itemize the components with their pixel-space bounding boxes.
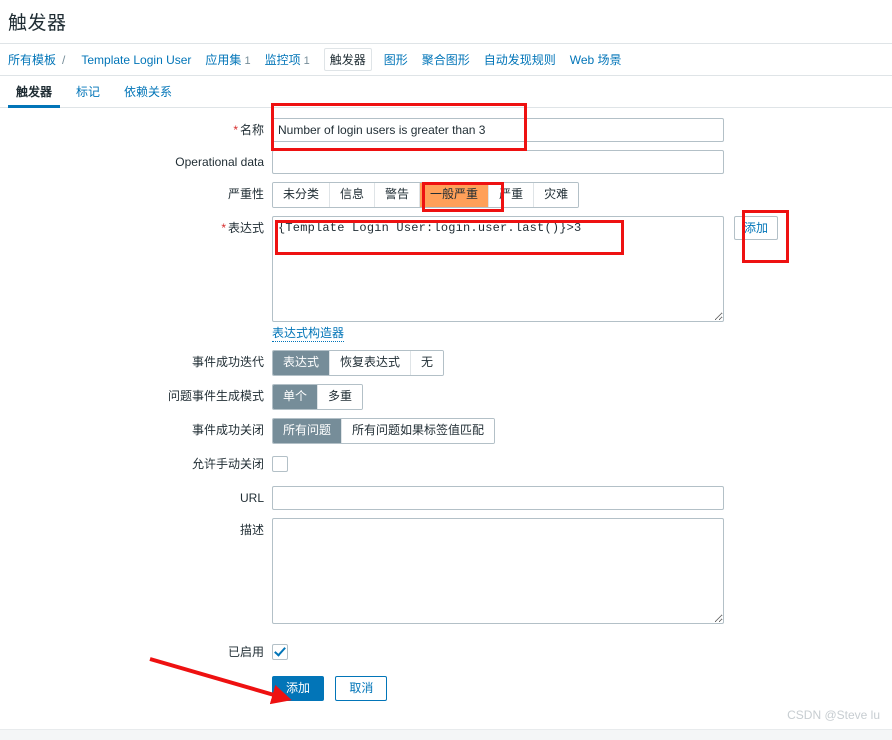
form-row-ok-event-closes: 事件成功关闭 所有问题 所有问题如果标签值匹配 [0, 418, 892, 444]
ok-event-generation-option-none[interactable]: 无 [411, 351, 444, 375]
ok-event-closes-segmented-control: 所有问题 所有问题如果标签值匹配 [272, 418, 496, 444]
expression-add-button[interactable]: 添加 [734, 216, 779, 240]
severity-option-high[interactable]: 严重 [489, 183, 535, 207]
label-ok-event-generation: 事件成功迭代 [191, 355, 264, 369]
tab-trigger[interactable]: 触发器 [8, 83, 61, 108]
label-severity: 严重性 [227, 187, 264, 201]
ok-event-closes-option-all-problems[interactable]: 所有问题 [273, 419, 343, 443]
severity-option-warning[interactable]: 警告 [375, 183, 421, 207]
label-ok-event-closes: 事件成功关闭 [191, 423, 264, 437]
operational-data-input[interactable] [272, 150, 724, 174]
label-expression: * 表达式 [0, 216, 272, 240]
url-input[interactable] [272, 486, 724, 510]
ok-event-closes-option-tag-match[interactable]: 所有问题如果标签值匹配 [342, 419, 495, 443]
label-description: 描述 [239, 523, 264, 537]
tab-bar: 触发器 标记 依赖关系 [0, 76, 892, 108]
expression-control-group: {Template Login User:login.user.last()}>… [272, 216, 892, 322]
problem-event-generation-mode-segmented-control: 单个 多重 [272, 384, 364, 410]
label-operational-data: Operational data [175, 155, 264, 169]
trigger-form: *名称 Operational data 严重性 未分类 信息 警告 一般严重 … [0, 108, 892, 701]
form-row-severity: 严重性 未分类 信息 警告 一般严重 严重 灾难 [0, 182, 892, 208]
cancel-button[interactable]: 取消 [335, 676, 388, 701]
nav-item-triggers-label: 触发器 [329, 53, 366, 67]
breadcrumb-template-name[interactable]: Template Login User [81, 53, 191, 67]
name-input[interactable] [272, 118, 724, 142]
label-name: * 名称 [0, 118, 272, 142]
nav-item-discovery-rules[interactable]: 自动发现规则 [484, 51, 556, 68]
form-row-name: * 名称 [0, 118, 892, 142]
breadcrumb-all-templates[interactable]: 所有模板 [8, 51, 56, 68]
form-row-actions: 添加 取消 [0, 676, 892, 701]
required-marker-name: * [233, 123, 238, 137]
watermark-text: CSDN @Steve lu [787, 708, 880, 722]
nav-item-items[interactable]: 监控项 1 [265, 51, 310, 68]
tab-dependencies[interactable]: 依赖关系 [116, 83, 180, 107]
expression-textarea[interactable]: {Template Login User:login.user.last()}>… [272, 216, 724, 322]
form-row-expression: * 表达式 {Template Login User:login.user.las… [0, 216, 892, 342]
severity-option-average[interactable]: 一般严重 [420, 183, 490, 207]
nav-item-graphs[interactable]: 图形 [384, 51, 408, 68]
tab-tags[interactable]: 标记 [68, 83, 108, 107]
nav-item-screens-label: 聚合图形 [421, 53, 470, 67]
form-row-ok-event-generation: 事件成功迭代 表达式 恢复表达式 无 [0, 350, 892, 376]
ok-event-generation-option-recovery-expression[interactable]: 恢复表达式 [330, 351, 412, 375]
bottom-bar [0, 729, 892, 740]
nav-item-screens[interactable]: 聚合图形 [422, 51, 470, 68]
form-row-problem-event-generation-mode: 问题事件生成模式 单个 多重 [0, 384, 892, 410]
nav-item-items-count: 1 [303, 55, 310, 67]
nav-item-applications[interactable]: 应用集 1 [205, 51, 250, 68]
nav-item-applications-label: 应用集 [205, 53, 242, 67]
form-row-operational-data: Operational data [0, 150, 892, 174]
nav-item-web-scenarios-label: Web 场景 [569, 53, 622, 67]
form-row-allow-manual-close: 允许手动关闭 [0, 452, 892, 476]
problem-event-mode-option-multiple[interactable]: 多重 [318, 385, 363, 409]
ok-event-generation-segmented-control: 表达式 恢复表达式 无 [272, 350, 445, 376]
ok-event-generation-option-expression[interactable]: 表达式 [273, 351, 331, 375]
nav-item-applications-count: 1 [244, 55, 251, 67]
expression-constructor-link[interactable]: 表达式构造器 [272, 324, 345, 342]
nav-item-triggers[interactable]: 触发器 [323, 48, 372, 71]
label-expression-text: 表达式 [227, 221, 264, 235]
required-marker-expression: * [221, 221, 226, 235]
nav-item-graphs-label: 图形 [383, 53, 408, 67]
severity-option-disaster[interactable]: 灾难 [534, 183, 579, 207]
problem-event-mode-option-single[interactable]: 单个 [273, 385, 319, 409]
severity-segmented-control: 未分类 信息 警告 一般严重 严重 灾难 [272, 182, 580, 208]
label-enabled: 已启用 [227, 645, 264, 659]
submit-add-button[interactable]: 添加 [272, 676, 325, 701]
enabled-checkbox[interactable] [272, 644, 288, 660]
form-row-enabled: 已启用 [0, 640, 892, 664]
allow-manual-close-checkbox[interactable] [272, 456, 288, 472]
form-row-description: 描述 [0, 518, 892, 624]
page-title: 触发器 [8, 13, 67, 34]
severity-option-information[interactable]: 信息 [330, 183, 376, 207]
breadcrumb-nav-strip: 所有模板 / Template Login User 应用集 1 监控项 1 触… [0, 43, 892, 76]
nav-item-items-label: 监控项 [264, 53, 301, 67]
form-row-url: URL [0, 486, 892, 510]
page-header: 触发器 [0, 0, 892, 43]
label-allow-manual-close: 允许手动关闭 [191, 457, 264, 471]
severity-option-not-classified[interactable]: 未分类 [273, 183, 331, 207]
nav-item-web-scenarios[interactable]: Web 场景 [570, 51, 622, 68]
breadcrumb-separator: / [62, 52, 66, 67]
label-url: URL [239, 491, 264, 505]
label-problem-event-generation-mode: 问题事件生成模式 [167, 389, 264, 403]
nav-item-discovery-rules-label: 自动发现规则 [483, 53, 556, 67]
description-textarea[interactable] [272, 518, 724, 624]
label-name-text: 名称 [239, 123, 264, 137]
